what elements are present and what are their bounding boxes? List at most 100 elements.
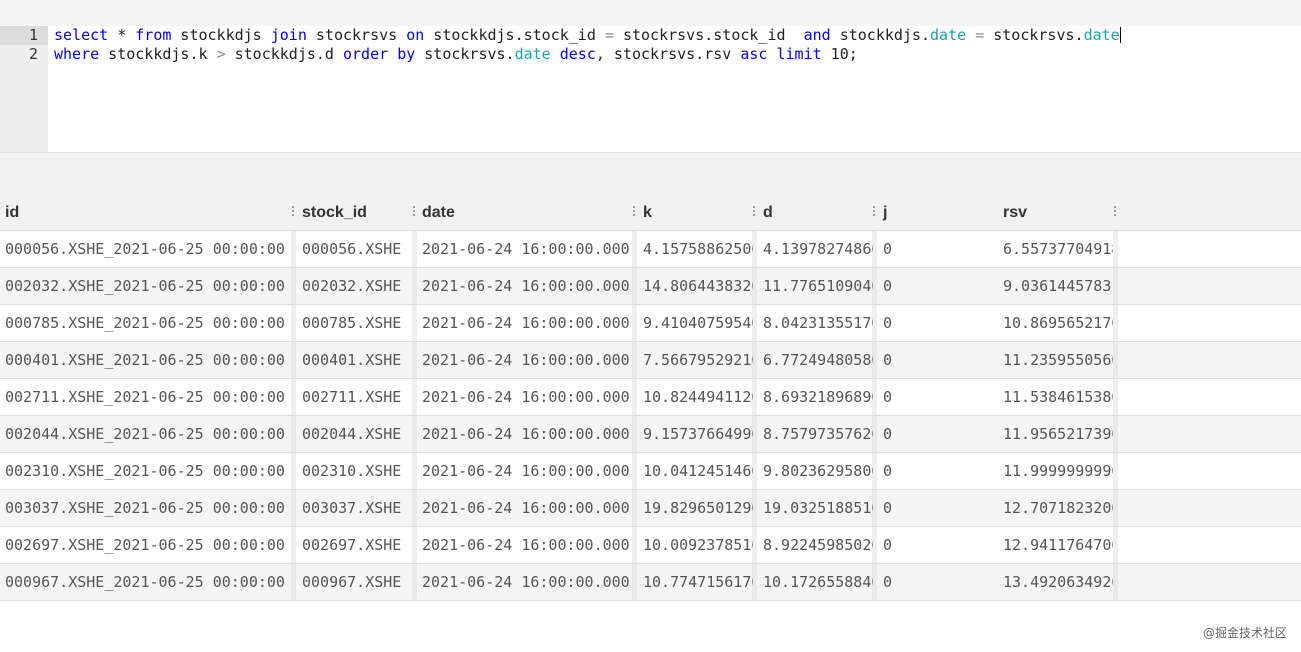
cell-j[interactable]: 0 bbox=[878, 231, 998, 267]
cell-d[interactable]: 11.7765109040 bbox=[758, 268, 873, 304]
cell-d[interactable]: 8.75797357620 bbox=[758, 416, 873, 452]
cell-rsv[interactable]: 11.2359550560 bbox=[998, 342, 1113, 378]
cell-date[interactable]: 2021-06-24 16:00:00.000 bbox=[417, 416, 633, 452]
cell-date[interactable]: 2021-06-24 16:00:00.000 bbox=[417, 379, 633, 415]
cell-d[interactable]: 8.04231355170 bbox=[758, 305, 873, 341]
cell-date[interactable]: 2021-06-24 16:00:00.000 bbox=[417, 268, 633, 304]
cell-date[interactable]: 2021-06-24 16:00:00.000 bbox=[417, 527, 633, 563]
cell-k[interactable]: 7.56679529210 bbox=[638, 342, 753, 378]
cell-k[interactable]: 10.7747156170 bbox=[638, 564, 753, 600]
table-row[interactable]: 002711.XSHE_2021-06-25 00:00:00 002711.XS… bbox=[0, 379, 1301, 416]
cell-stock-id[interactable]: 002711.XSHE bbox=[297, 379, 417, 415]
code-line[interactable]: select * from stockkdjs join stockrsvs o… bbox=[54, 26, 1294, 45]
cell-id[interactable]: 002711.XSHE_2021-06-25 00:00:00 bbox=[0, 379, 291, 415]
cell-stock-id[interactable]: 000401.XSHE bbox=[297, 342, 417, 378]
cell-id[interactable]: 000056.XSHE_2021-06-25 00:00:00 bbox=[0, 231, 291, 267]
table-row[interactable]: 002032.XSHE_2021-06-25 00:00:00 002032.XS… bbox=[0, 268, 1301, 305]
cell-stock-id[interactable]: 002310.XSHE bbox=[297, 453, 417, 489]
cell-d[interactable]: 8.69321896890 bbox=[758, 379, 873, 415]
column-header-date[interactable]: date bbox=[417, 194, 633, 230]
cell-d[interactable]: 6.77249480580 bbox=[758, 342, 873, 378]
table-row[interactable]: 000967.XSHE_2021-06-25 00:00:00 000967.XS… bbox=[0, 564, 1301, 601]
table-row[interactable]: 002044.XSHE_2021-06-25 00:00:00 002044.XS… bbox=[0, 416, 1301, 453]
results-grid[interactable]: id stock_id date k d j rsv 000056.XSHE_2021-06… bbox=[0, 194, 1301, 601]
cell-k[interactable]: 10.0412451460 bbox=[638, 453, 753, 489]
cell-rsv[interactable]: 11.9999999990 bbox=[998, 453, 1113, 489]
column-resize-handle[interactable] bbox=[1113, 206, 1117, 220]
cell-j[interactable]: 0 bbox=[878, 490, 998, 526]
column-header-k[interactable]: k bbox=[638, 194, 753, 230]
cell-stock-id[interactable]: 002032.XSHE bbox=[297, 268, 417, 304]
table-row[interactable]: 002697.XSHE_2021-06-25 00:00:00 002697.XS… bbox=[0, 527, 1301, 564]
cell-rsv[interactable]: 9.03614457831 bbox=[998, 268, 1113, 304]
cell-date[interactable]: 2021-06-24 16:00:00.000 bbox=[417, 305, 633, 341]
sql-editor[interactable]: 1 2 select * from stockkdjs join stockrs… bbox=[0, 26, 1301, 152]
cell-rsv[interactable]: 13.4920634920 bbox=[998, 564, 1113, 600]
cell-k[interactable]: 14.8064438320 bbox=[638, 268, 753, 304]
cell-date[interactable]: 2021-06-24 16:00:00.000 bbox=[417, 564, 633, 600]
cell-k[interactable]: 9.41040759540 bbox=[638, 305, 753, 341]
cell-k[interactable]: 4.15758862500 bbox=[638, 231, 753, 267]
cell-id[interactable]: 002697.XSHE_2021-06-25 00:00:00 bbox=[0, 527, 291, 563]
cell-j[interactable]: 0 bbox=[878, 305, 998, 341]
cell-id[interactable]: 000967.XSHE_2021-06-25 00:00:00 bbox=[0, 564, 291, 600]
cell-k[interactable]: 10.8244941120 bbox=[638, 379, 753, 415]
cell-rsv[interactable]: 11.9565217390 bbox=[998, 416, 1113, 452]
cell-date[interactable]: 2021-06-24 16:00:00.000 bbox=[417, 231, 633, 267]
cell-k[interactable]: 19.8296501290 bbox=[638, 490, 753, 526]
table-row[interactable]: 002310.XSHE_2021-06-25 00:00:00 002310.XS… bbox=[0, 453, 1301, 490]
cell-stock-id[interactable]: 002044.XSHE bbox=[297, 416, 417, 452]
column-header-stock-id[interactable]: stock_id bbox=[297, 194, 417, 230]
cell-j[interactable]: 0 bbox=[878, 453, 998, 489]
column-header-rsv[interactable]: rsv bbox=[998, 194, 1113, 230]
cell-id[interactable]: 000401.XSHE_2021-06-25 00:00:00 bbox=[0, 342, 291, 378]
cell-d[interactable]: 10.1726558840 bbox=[758, 564, 873, 600]
column-resize-handle[interactable] bbox=[412, 206, 416, 220]
column-resize-handle[interactable] bbox=[872, 206, 876, 220]
cell-id[interactable]: 002044.XSHE_2021-06-25 00:00:00 bbox=[0, 416, 291, 452]
cell-date[interactable]: 2021-06-24 16:00:00.000 bbox=[417, 342, 633, 378]
cell-stock-id[interactable]: 000785.XSHE bbox=[297, 305, 417, 341]
cell-d[interactable]: 4.13978274860 bbox=[758, 231, 873, 267]
cell-j[interactable]: 0 bbox=[878, 527, 998, 563]
cell-stock-id[interactable]: 002697.XSHE bbox=[297, 527, 417, 563]
cell-j[interactable]: 0 bbox=[878, 342, 998, 378]
cell-id[interactable]: 000785.XSHE_2021-06-25 00:00:00 bbox=[0, 305, 291, 341]
cell-j[interactable]: 0 bbox=[878, 379, 998, 415]
column-header-id[interactable]: id bbox=[0, 194, 291, 230]
cell-date[interactable]: 2021-06-24 16:00:00.000 bbox=[417, 490, 633, 526]
cell-j[interactable]: 0 bbox=[878, 564, 998, 600]
cell-rsv[interactable]: 6.55737704918 bbox=[998, 231, 1113, 267]
cell-rsv[interactable]: 10.8695652170 bbox=[998, 305, 1113, 341]
cell-rsv[interactable]: 12.7071823200 bbox=[998, 490, 1113, 526]
cell-stock-id[interactable]: 000967.XSHE bbox=[297, 564, 417, 600]
column-resize-handle[interactable] bbox=[752, 206, 756, 220]
cell-k[interactable]: 10.0092378510 bbox=[638, 527, 753, 563]
cell-j[interactable]: 0 bbox=[878, 416, 998, 452]
cell-stock-id[interactable]: 000056.XSHE bbox=[297, 231, 417, 267]
cell-d[interactable]: 8.92245985020 bbox=[758, 527, 873, 563]
cell-j[interactable]: 0 bbox=[878, 268, 998, 304]
cell-id[interactable]: 002310.XSHE_2021-06-25 00:00:00 bbox=[0, 453, 291, 489]
column-header-j[interactable]: j bbox=[878, 194, 998, 230]
column-resize-handle[interactable] bbox=[632, 206, 636, 220]
cell-d[interactable]: 19.0325188510 bbox=[758, 490, 873, 526]
code-area[interactable]: select * from stockkdjs join stockrsvs o… bbox=[54, 26, 1294, 64]
cell-date[interactable]: 2021-06-24 16:00:00.000 bbox=[417, 453, 633, 489]
table-row[interactable]: 000056.XSHE_2021-06-25 00:00:00 000056.XS… bbox=[0, 231, 1301, 268]
grid-body[interactable]: 000056.XSHE_2021-06-25 00:00:00 000056.XS… bbox=[0, 231, 1301, 601]
cell-id[interactable]: 003037.XSHE_2021-06-25 00:00:00 bbox=[0, 490, 291, 526]
table-row[interactable]: 000785.XSHE_2021-06-25 00:00:00 000785.XS… bbox=[0, 305, 1301, 342]
sql-identifier: date bbox=[514, 45, 551, 63]
cell-id[interactable]: 002032.XSHE_2021-06-25 00:00:00 bbox=[0, 268, 291, 304]
column-header-d[interactable]: d bbox=[758, 194, 873, 230]
table-row[interactable]: 003037.XSHE_2021-06-25 00:00:00 003037.XS… bbox=[0, 490, 1301, 527]
cell-rsv[interactable]: 11.5384615380 bbox=[998, 379, 1113, 415]
table-row[interactable]: 000401.XSHE_2021-06-25 00:00:00 000401.XS… bbox=[0, 342, 1301, 379]
cell-k[interactable]: 9.15737664990 bbox=[638, 416, 753, 452]
cell-stock-id[interactable]: 003037.XSHE bbox=[297, 490, 417, 526]
cell-d[interactable]: 9.80236295800 bbox=[758, 453, 873, 489]
cell-rsv[interactable]: 12.9411764700 bbox=[998, 527, 1113, 563]
code-line[interactable]: where stockkdjs.k > stockkdjs.d order by… bbox=[54, 45, 1294, 64]
column-resize-handle[interactable] bbox=[291, 206, 295, 220]
